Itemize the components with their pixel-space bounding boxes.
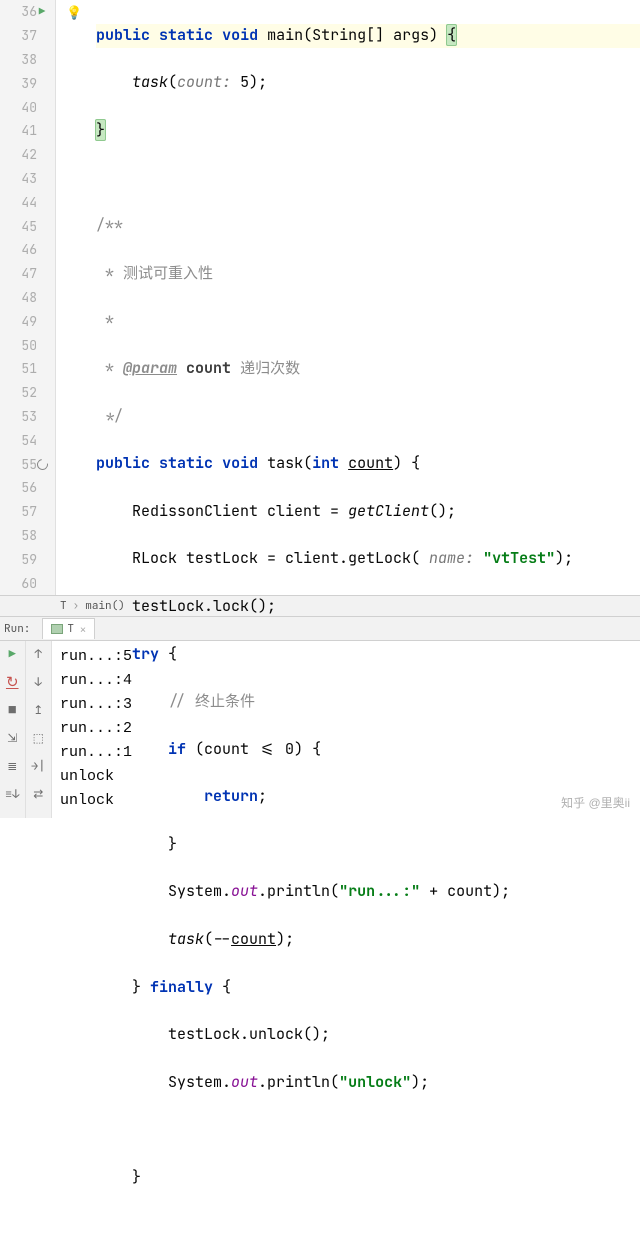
code-line-42[interactable]: * xyxy=(96,309,640,333)
gutter-line-56[interactable]: 56 xyxy=(0,476,55,500)
intention-bulb-icon[interactable]: 💡 xyxy=(66,4,82,21)
gutter-line-50[interactable]: 50 xyxy=(0,333,55,357)
gutter-line-53[interactable]: 53 xyxy=(0,405,55,429)
code-line-52[interactable]: return; xyxy=(96,785,640,809)
pin-icon[interactable]: ≣ xyxy=(3,757,21,775)
code-area[interactable]: public static void main(String[] args) {… xyxy=(56,0,640,595)
code-line-49[interactable]: try { xyxy=(96,643,640,667)
stop-icon[interactable]: ■ xyxy=(3,701,21,719)
scroll-to-end-icon[interactable]: →| xyxy=(29,757,47,775)
scroll-up-icon[interactable]: ↑ xyxy=(29,645,47,663)
code-line-50[interactable]: // 终止条件 xyxy=(96,690,640,714)
gutter-line-52[interactable]: 52 xyxy=(0,381,55,405)
code-line-58[interactable]: System.out.println("unlock"); xyxy=(96,1071,640,1095)
run-gutter-icon[interactable]: ▶ xyxy=(34,4,50,20)
rerun-icon[interactable]: ▶ xyxy=(3,645,21,663)
recursion-gutter-icon[interactable] xyxy=(34,456,50,472)
gutter-line-44[interactable]: 44 xyxy=(0,190,55,214)
gutter-line-47[interactable]: 47 xyxy=(0,262,55,286)
gutter-line-39[interactable]: 39 xyxy=(0,71,55,95)
breadcrumb-separator: › xyxy=(73,599,80,613)
soft-wrap-icon[interactable]: ↥ xyxy=(29,701,47,719)
code-line-39[interactable] xyxy=(96,167,640,191)
gutter-line-49[interactable]: 49 xyxy=(0,309,55,333)
code-line-46[interactable]: RedissonClient client = getClient(); xyxy=(96,500,640,524)
gutter-line-54[interactable]: 54 xyxy=(0,428,55,452)
run-toolbar: ▶ ↻ ■ ⇲ ≣ ≡↓ ↑ ↓ ↥ ⬚ →| ⇄ xyxy=(0,641,52,818)
gutter-line-38[interactable]: 38 xyxy=(0,48,55,72)
code-line-45[interactable]: public static void task(int count) { xyxy=(96,452,640,476)
gutter-line-48[interactable]: 48 xyxy=(0,286,55,310)
code-line-60[interactable]: } xyxy=(96,1166,640,1190)
code-line-47[interactable]: RLock testLock = client.getLock( name: "… xyxy=(96,547,640,571)
code-line-43[interactable]: * @param count 递归次数 xyxy=(96,357,640,381)
gutter-line-59[interactable]: 59 xyxy=(0,547,55,571)
run-config-icon xyxy=(51,624,63,634)
code-line-44[interactable]: */ xyxy=(96,405,640,429)
gutter-line-58[interactable]: 58 xyxy=(0,524,55,548)
gutter: 36 ▶ 37 38 39 40 41 42 43 44 45 46 47 48… xyxy=(0,0,56,595)
code-line-37[interactable]: task(count: 5); xyxy=(96,71,640,95)
print-icon[interactable]: ⬚ xyxy=(29,729,47,747)
gutter-line-60[interactable]: 60 xyxy=(0,571,55,595)
watermark: 知乎 @里奥ii xyxy=(561,794,630,811)
code-line-51[interactable]: if (count <= 0) { xyxy=(96,738,640,762)
code-line-54[interactable]: System.out.println("run...:" + count); xyxy=(96,880,640,904)
gutter-line-57[interactable]: 57 xyxy=(0,500,55,524)
gutter-line-55[interactable]: 55 xyxy=(0,452,55,476)
gutter-line-37[interactable]: 37 xyxy=(0,24,55,48)
scroll-down-icon[interactable]: ↓ xyxy=(29,673,47,691)
code-line-36[interactable]: public static void main(String[] args) { xyxy=(96,24,640,48)
code-line-59[interactable] xyxy=(96,1118,640,1142)
gutter-line-40[interactable]: 40 xyxy=(0,95,55,119)
gutter-line-51[interactable]: 51 xyxy=(0,357,55,381)
gutter-line-43[interactable]: 43 xyxy=(0,167,55,191)
code-line-56[interactable]: } finally { xyxy=(96,976,640,1000)
code-line-40[interactable]: /** xyxy=(96,214,640,238)
code-line-48[interactable]: testLock.lock(); xyxy=(96,595,640,619)
rerun-failed-icon[interactable]: ↻ xyxy=(3,673,21,691)
gutter-line-42[interactable]: 42 xyxy=(0,143,55,167)
breadcrumb-class[interactable]: T xyxy=(54,599,73,613)
layout-icon[interactable]: ⇲ xyxy=(3,729,21,747)
code-line-53[interactable]: } xyxy=(96,833,640,857)
run-tab-name: T xyxy=(67,622,74,636)
code-line-38[interactable]: } xyxy=(96,119,640,143)
run-header-label: Run: xyxy=(4,622,30,636)
gutter-line-46[interactable]: 46 xyxy=(0,238,55,262)
run-tab[interactable]: T ✕ xyxy=(42,618,95,639)
code-line-41[interactable]: * 测试可重入性 xyxy=(96,262,640,286)
clear-icon[interactable]: ⇄ xyxy=(29,785,47,803)
gutter-line-45[interactable]: 45 xyxy=(0,214,55,238)
code-line-55[interactable]: task(--count); xyxy=(96,928,640,952)
gutter-line-36[interactable]: 36 ▶ xyxy=(0,0,55,24)
editor-area: 36 ▶ 37 38 39 40 41 42 43 44 45 46 47 48… xyxy=(0,0,640,595)
more-icon[interactable]: ≡↓ xyxy=(3,785,21,803)
close-icon[interactable]: ✕ xyxy=(80,623,86,636)
code-line-57[interactable]: testLock.unlock(); xyxy=(96,1023,640,1047)
gutter-line-41[interactable]: 41 xyxy=(0,119,55,143)
